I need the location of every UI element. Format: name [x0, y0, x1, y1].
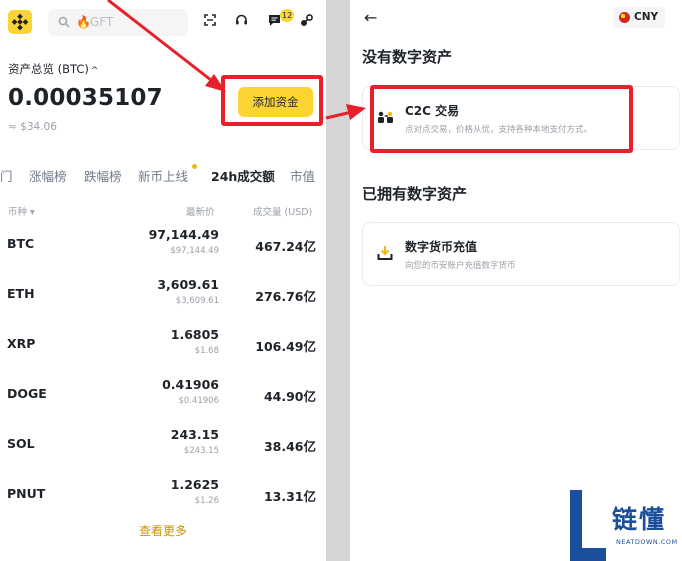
notification-badge: 12	[280, 9, 295, 22]
coin-price: 97,144.49	[148, 227, 219, 242]
coin-price: 1.6805	[170, 327, 219, 342]
coin-volume: 13.31亿	[263, 489, 316, 504]
crypto-deposit-option[interactable]: 数字货币充值 向您的币安账户充值数字货币	[362, 222, 680, 286]
coin-symbol: SOL	[7, 436, 35, 451]
back-arrow-icon[interactable]: ←	[364, 8, 377, 27]
search-bar[interactable]: 🔥 GFT	[48, 9, 188, 36]
watermark-brand: 链懂	[612, 505, 667, 534]
view-more-link[interactable]: 查看更多	[0, 522, 326, 539]
section-title-has-assets: 已拥有数字资产	[362, 185, 468, 203]
headset-icon[interactable]	[235, 14, 248, 26]
new-indicator-dot	[192, 164, 197, 169]
coin-symbol: ETH	[7, 286, 35, 301]
watermark-domain: NEATDOWN.COM	[616, 538, 678, 546]
tab-losers[interactable]: 跌幅榜	[84, 166, 122, 185]
coin-volume: 38.46亿	[263, 439, 316, 454]
currency-selector[interactable]: CNY	[613, 7, 665, 28]
column-header-price[interactable]: 最新价	[186, 204, 215, 218]
table-row[interactable]: PNUT 1.2625 $1.26 13.31亿	[0, 476, 326, 526]
watermark: 链懂 NEATDOWN.COM	[566, 490, 682, 561]
coin-price-fiat: $97,144.49	[170, 246, 219, 256]
asset-overview-label[interactable]: 资产总览 (BTC) ^	[8, 61, 98, 77]
coin-volume: 44.90亿	[263, 389, 316, 404]
coin-volume: 467.24亿	[255, 239, 316, 254]
cny-flag-icon	[619, 12, 630, 23]
deposit-description: 向您的币安账户充值数字货币	[405, 261, 516, 271]
scan-icon[interactable]	[204, 14, 216, 26]
tab-gainers[interactable]: 涨幅榜	[29, 166, 67, 185]
coin-price-fiat: $243.15	[183, 446, 219, 456]
tab-new-listings[interactable]: 新币上线	[138, 166, 188, 185]
deposit-icon	[377, 246, 393, 260]
coin-price-fiat: $0.41906	[178, 396, 219, 406]
table-row[interactable]: SOL 243.15 $243.15 38.46亿	[0, 426, 326, 476]
coin-symbol: BTC	[7, 236, 35, 251]
screen-divider	[326, 0, 350, 561]
coin-price: 0.41906	[162, 377, 219, 392]
annotation-highlight-c2c	[370, 85, 633, 153]
balance-fiat: ≈ $34.06	[8, 121, 57, 133]
coin-price-fiat: $1.26	[194, 496, 219, 506]
coin-symbol: XRP	[7, 336, 36, 351]
hot-icon: 🔥	[76, 15, 91, 29]
coin-symbol: DOGE	[7, 386, 47, 401]
coin-volume: 106.49亿	[255, 339, 316, 354]
column-header-volume[interactable]: 成交量 (USD)	[253, 204, 312, 218]
currency-code: CNY	[634, 11, 659, 23]
coin-price-fiat: $1.68	[194, 346, 219, 356]
column-header-coin[interactable]: 币种 ▾	[8, 204, 35, 218]
tab-24h-volume[interactable]: 24h成交额	[211, 166, 275, 185]
market-tabs: 门 涨幅榜 跌幅榜 新币上线 24h成交额 市值	[0, 166, 326, 186]
coin-price: 243.15	[170, 427, 219, 442]
search-placeholder: GFT	[90, 15, 114, 29]
tab-hot[interactable]: 门	[0, 166, 13, 185]
chevron-up-icon: ^	[90, 66, 99, 76]
settings-icon[interactable]	[300, 14, 313, 27]
table-row[interactable]: XRP 1.6805 $1.68 106.49亿	[0, 326, 326, 376]
coin-symbol: PNUT	[7, 486, 46, 501]
binance-logo-icon[interactable]	[8, 10, 32, 34]
coin-price: 1.2625	[170, 477, 219, 492]
search-icon	[58, 16, 70, 28]
coin-volume: 276.76亿	[255, 289, 316, 304]
table-row[interactable]: ETH 3,609.61 $3,609.61 276.76亿	[0, 276, 326, 326]
table-row[interactable]: BTC 97,144.49 $97,144.49 467.24亿	[0, 226, 326, 276]
section-title-no-assets: 没有数字资产	[362, 48, 453, 66]
table-row[interactable]: DOGE 0.41906 $0.41906 44.90亿	[0, 376, 326, 426]
annotation-highlight-add-funds	[221, 75, 323, 126]
balance-value: 0.00035107	[8, 85, 163, 111]
watermark-logo-icon	[570, 490, 606, 561]
tab-market-cap[interactable]: 市值	[290, 166, 315, 185]
deposit-title: 数字货币充值	[405, 240, 478, 254]
coin-price: 3,609.61	[157, 277, 219, 292]
coin-price-fiat: $3,609.61	[175, 296, 219, 306]
